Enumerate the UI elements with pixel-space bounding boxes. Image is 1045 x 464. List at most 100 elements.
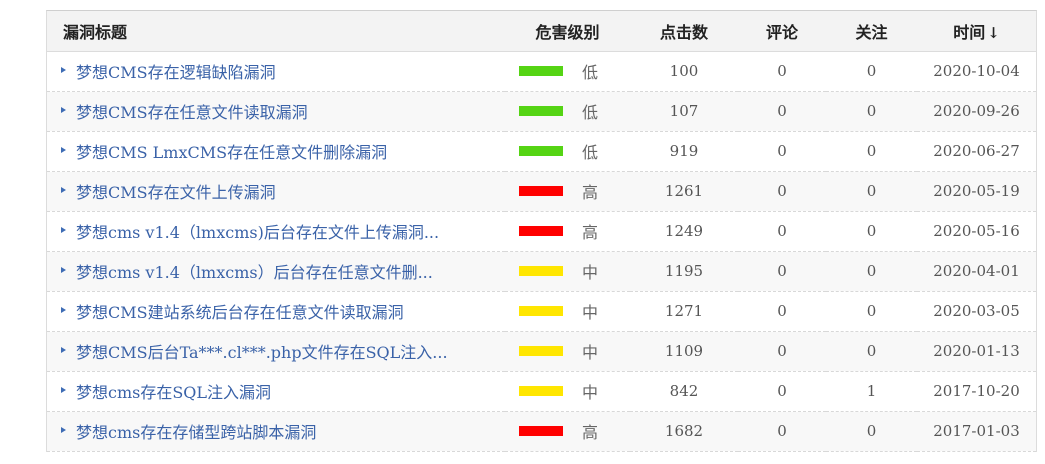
severity-cell: 高 [505, 411, 630, 452]
severity-label: 中 [582, 263, 599, 282]
header-time-label: 时间 [953, 22, 986, 42]
severity-bar [519, 306, 563, 316]
vulnerability-title-link[interactable]: 梦想CMS存在任意文件读取漏洞 [76, 103, 308, 122]
vulnerability-table: 漏洞标题 危害级别 点击数 评论 关注 时间 ↓ 梦想CMS存在逻辑缺陷漏洞低 10… [47, 11, 1036, 452]
title-cell: 梦想cms存在存储型跨站脚本漏洞 [47, 411, 505, 452]
comments-cell: 0 [738, 411, 826, 452]
vulnerability-title-link[interactable]: 梦想cms v1.4（lmxcms）后台存在任意文件删... [76, 263, 433, 282]
follows-cell: 1 [826, 371, 917, 412]
vulnerability-title-link[interactable]: 梦想CMS建站系统后台存在任意文件读取漏洞 [76, 303, 404, 322]
title-cell: 梦想CMS后台Ta***.cl***.php文件存在SQL注入... [47, 331, 505, 372]
comments-cell: 0 [738, 51, 826, 92]
table-row: 梦想CMS后台Ta***.cl***.php文件存在SQL注入... 中 1109 0… [47, 331, 1036, 372]
title-cell: 梦想cms v1.4（lmxcms)后台存在文件上传漏洞... [47, 211, 505, 252]
table-header-row: 漏洞标题 危害级别 点击数 评论 关注 时间 ↓ [47, 11, 1036, 52]
title-cell: 梦想cms v1.4（lmxcms）后台存在任意文件删... [47, 251, 505, 292]
header-title: 漏洞标题 [47, 11, 505, 52]
follows-cell: 0 [826, 411, 917, 452]
severity-bar [519, 346, 563, 356]
severity-cell: 中 [505, 331, 630, 372]
table-row: 梦想CMS LmxCMS存在任意文件删除漏洞低 919 0 0 2020-06-27 [47, 131, 1036, 172]
follows-cell: 0 [826, 91, 917, 132]
comments-cell: 0 [738, 131, 826, 172]
clicks-cell: 842 [630, 371, 738, 412]
vulnerability-title-link[interactable]: 梦想cms存在存储型跨站脚本漏洞 [76, 423, 316, 442]
title-cell: 梦想CMS存在任意文件读取漏洞 [47, 91, 505, 132]
severity-bar [519, 106, 563, 116]
comments-cell: 0 [738, 331, 826, 372]
time-cell: 2020-04-01 [917, 251, 1036, 292]
time-cell: 2020-05-19 [917, 171, 1036, 212]
follows-cell: 0 [826, 131, 917, 172]
severity-label: 高 [582, 423, 599, 442]
title-cell: 梦想CMS LmxCMS存在任意文件删除漏洞 [47, 131, 505, 172]
clicks-cell: 1249 [630, 211, 738, 252]
clicks-cell: 107 [630, 91, 738, 132]
header-time-sort[interactable]: 时间 ↓ [917, 11, 1036, 52]
comments-cell: 0 [738, 171, 826, 212]
severity-bar [519, 426, 563, 436]
follows-cell: 0 [826, 331, 917, 372]
follows-cell: 0 [826, 51, 917, 92]
vulnerability-title-link[interactable]: 梦想CMS存在文件上传漏洞 [76, 183, 276, 202]
time-cell: 2020-05-16 [917, 211, 1036, 252]
time-cell: 2020-10-04 [917, 51, 1036, 92]
clicks-cell: 1261 [630, 171, 738, 212]
severity-label: 低 [582, 103, 599, 122]
time-cell: 2020-06-27 [917, 131, 1036, 172]
clicks-cell: 1271 [630, 291, 738, 332]
severity-bar [519, 146, 563, 156]
title-cell: 梦想cms存在SQL注入漏洞 [47, 371, 505, 412]
sort-down-icon: ↓ [987, 23, 1000, 42]
follows-cell: 0 [826, 171, 917, 212]
time-cell: 2020-03-05 [917, 291, 1036, 332]
bullet-arrow-icon [61, 187, 66, 193]
bullet-arrow-icon [61, 67, 66, 73]
table-row: 梦想CMS存在任意文件读取漏洞低 107 0 0 2020-09-26 [47, 91, 1036, 132]
title-cell: 梦想CMS存在逻辑缺陷漏洞 [47, 51, 505, 92]
clicks-cell: 1682 [630, 411, 738, 452]
severity-label: 中 [582, 303, 599, 322]
bullet-arrow-icon [61, 107, 66, 113]
vulnerability-title-link[interactable]: 梦想CMS LmxCMS存在任意文件删除漏洞 [76, 143, 387, 162]
severity-bar [519, 266, 563, 276]
bullet-arrow-icon [61, 347, 66, 353]
severity-bar [519, 386, 563, 396]
severity-bar [519, 66, 563, 76]
severity-cell: 高 [505, 211, 630, 252]
severity-bar [519, 186, 563, 196]
bullet-arrow-icon [61, 307, 66, 313]
severity-label: 高 [582, 183, 599, 202]
clicks-cell: 100 [630, 51, 738, 92]
bullet-arrow-icon [61, 147, 66, 153]
vulnerability-title-link[interactable]: 梦想CMS后台Ta***.cl***.php文件存在SQL注入... [76, 343, 448, 362]
bullet-arrow-icon [61, 427, 66, 433]
severity-label: 低 [582, 63, 599, 82]
severity-cell: 中 [505, 371, 630, 412]
severity-cell: 高 [505, 171, 630, 212]
follows-cell: 0 [826, 291, 917, 332]
time-cell: 2020-09-26 [917, 91, 1036, 132]
follows-cell: 0 [826, 251, 917, 292]
severity-cell: 低 [505, 131, 630, 172]
severity-label: 中 [582, 383, 599, 402]
time-cell: 2017-01-03 [917, 411, 1036, 452]
table-row: 梦想cms存在SQL注入漏洞 中 842 0 1 2017-10-20 [47, 371, 1036, 412]
vulnerability-title-link[interactable]: 梦想cms存在SQL注入漏洞 [76, 383, 271, 402]
vulnerability-table-container: 漏洞标题 危害级别 点击数 评论 关注 时间 ↓ 梦想CMS存在逻辑缺陷漏洞低 10… [46, 10, 1037, 452]
header-follows: 关注 [826, 11, 917, 52]
table-row: 梦想cms存在存储型跨站脚本漏洞高 1682 0 0 2017-01-03 [47, 411, 1036, 452]
follows-cell: 0 [826, 211, 917, 252]
clicks-cell: 1195 [630, 251, 738, 292]
title-cell: 梦想CMS存在文件上传漏洞 [47, 171, 505, 212]
vulnerability-title-link[interactable]: 梦想cms v1.4（lmxcms)后台存在文件上传漏洞... [76, 223, 439, 242]
severity-label: 高 [582, 223, 599, 242]
comments-cell: 0 [738, 91, 826, 132]
severity-label: 低 [582, 143, 599, 162]
header-comments: 评论 [738, 11, 826, 52]
severity-bar [519, 226, 563, 236]
bullet-arrow-icon [61, 387, 66, 393]
vulnerability-title-link[interactable]: 梦想CMS存在逻辑缺陷漏洞 [76, 63, 276, 82]
table-row: 梦想CMS存在文件上传漏洞高 1261 0 0 2020-05-19 [47, 171, 1036, 212]
severity-cell: 低 [505, 91, 630, 132]
